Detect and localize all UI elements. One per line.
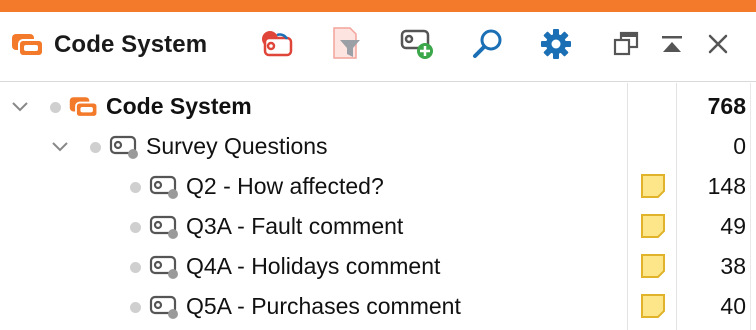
close-icon: [708, 34, 728, 54]
coded-segments-count: 49: [720, 213, 746, 239]
tree-row-code[interactable]: Q3A - Fault comment 49: [0, 206, 756, 246]
coded-segments-count: 40: [720, 293, 746, 319]
collapse-icon: [662, 36, 682, 52]
undock-button[interactable]: [606, 24, 646, 64]
code-icon: [149, 175, 178, 199]
code-system-icon: [69, 97, 99, 118]
chevron-down-icon[interactable]: [50, 136, 70, 156]
activate-codes-button[interactable]: [256, 24, 296, 64]
code-icon: [149, 215, 178, 239]
code-system-panel: Code System Code System 768 Survey Quest…: [0, 0, 756, 330]
activation-dot[interactable]: [50, 102, 61, 113]
tree-row-code-system[interactable]: Code System 768: [0, 86, 756, 126]
code-icon: [149, 295, 178, 319]
code-memo-icon[interactable]: [640, 253, 666, 279]
new-code-icon: [400, 29, 433, 59]
code-tree[interactable]: Code System 768 Survey Questions 0 Q2 - …: [0, 83, 756, 330]
tree-item-label: Q2 - How affected?: [186, 173, 384, 199]
window-accent-bar: [0, 0, 756, 12]
code-memo-icon[interactable]: [640, 293, 666, 319]
search-button[interactable]: [468, 24, 508, 64]
code-system-icon: [12, 34, 44, 57]
activation-dot[interactable]: [130, 302, 141, 313]
code-icon: [109, 135, 138, 159]
activation-dot[interactable]: [130, 262, 141, 273]
code-icon: [149, 255, 178, 279]
tree-item-label: Q5A - Purchases comment: [186, 293, 461, 319]
tree-item-label: Q3A - Fault comment: [186, 213, 404, 239]
tree-row-code[interactable]: Q5A - Purchases comment 40: [0, 286, 756, 326]
tree-item-label: Survey Questions: [146, 133, 328, 159]
activation-dot[interactable]: [130, 182, 141, 193]
new-code-button[interactable]: [398, 24, 438, 64]
code-memo-icon[interactable]: [640, 213, 666, 239]
panel-title: Code System: [54, 31, 208, 58]
coded-segments-count: 38: [720, 253, 746, 279]
chevron-down-icon[interactable]: [10, 96, 30, 116]
settings-icon: [541, 29, 571, 59]
coded-segments-count: 148: [707, 173, 746, 199]
settings-button[interactable]: [536, 24, 576, 64]
undock-icon: [613, 31, 639, 56]
tree-row-code[interactable]: Q2 - How affected? 148: [0, 166, 756, 206]
coded-segments-count: 0: [733, 133, 746, 159]
activate-codes-icon: [262, 31, 293, 57]
collapse-button[interactable]: [652, 24, 692, 64]
tree-row-code[interactable]: Q4A - Holidays comment 38: [0, 246, 756, 286]
filter-codes-button[interactable]: [326, 24, 366, 64]
filter-codes-icon: [333, 27, 360, 59]
tree-item-label: Code System: [106, 93, 252, 119]
coded-segments-count: 768: [707, 93, 746, 119]
toolbar: Code System: [0, 12, 756, 82]
close-button[interactable]: [698, 24, 738, 64]
tree-row-survey-questions[interactable]: Survey Questions 0: [0, 126, 756, 166]
code-memo-icon[interactable]: [640, 173, 666, 199]
tree-item-label: Q4A - Holidays comment: [186, 253, 441, 279]
activation-dot[interactable]: [130, 222, 141, 233]
activation-dot[interactable]: [90, 142, 101, 153]
search-icon: [473, 29, 502, 58]
